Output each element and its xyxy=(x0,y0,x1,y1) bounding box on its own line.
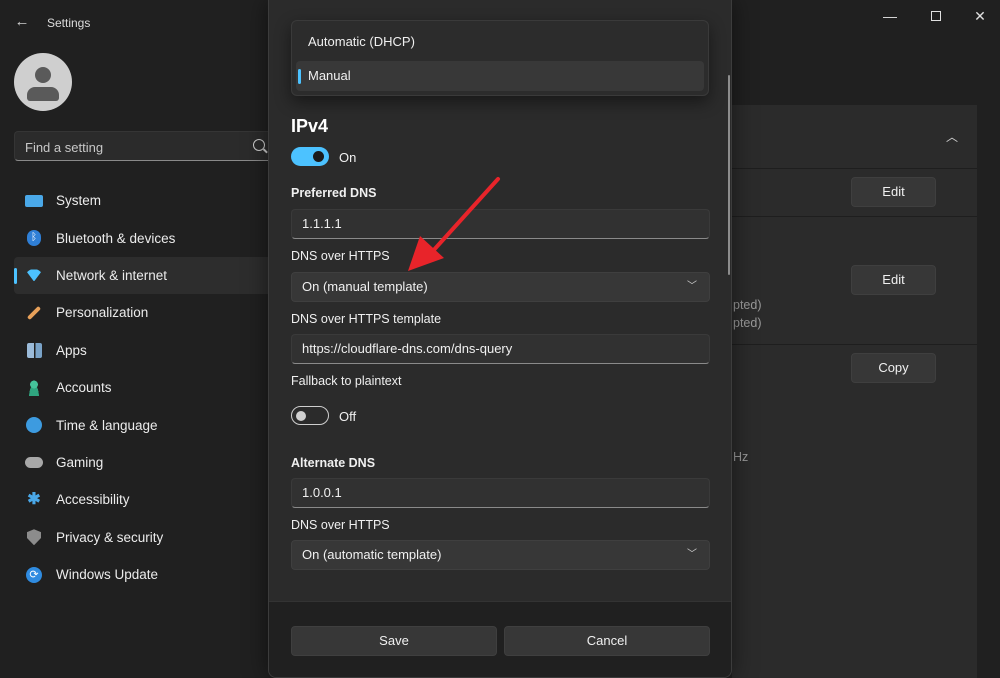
property-text: pted) xyxy=(733,298,762,312)
search-placeholder: Find a setting xyxy=(25,140,103,155)
back-arrow-icon[interactable]: ← xyxy=(12,12,32,32)
preferred-doh-value: On (manual template) xyxy=(302,279,428,294)
alternate-dns-label: Alternate DNS xyxy=(291,456,375,470)
cancel-button[interactable]: Cancel xyxy=(504,626,710,656)
property-text: pted) xyxy=(733,316,762,330)
sidebar-item-label: Windows Update xyxy=(56,567,158,582)
sidebar-item-network[interactable]: Network & internet xyxy=(14,257,274,294)
app-title: Settings xyxy=(47,16,90,30)
preferred-dns-input[interactable]: 1.1.1.1 xyxy=(291,209,710,239)
search-icon[interactable] xyxy=(253,139,265,151)
doh-template-input[interactable]: https://cloudflare-dns.com/dns-query xyxy=(291,334,710,364)
accessibility-icon: ✱ xyxy=(24,491,44,509)
save-button[interactable]: Save xyxy=(291,626,497,656)
option-manual[interactable]: Manual xyxy=(296,61,704,91)
shield-icon xyxy=(24,528,44,546)
alternate-doh-label: DNS over HTTPS xyxy=(291,518,390,532)
sidebar-item-label: Time & language xyxy=(56,418,158,433)
option-automatic-dhcp[interactable]: Automatic (DHCP) xyxy=(296,27,704,57)
dialog-scrollbar[interactable] xyxy=(728,75,730,275)
user-avatar[interactable] xyxy=(14,53,72,111)
alternate-dns-input[interactable]: 1.0.0.1 xyxy=(291,478,710,508)
property-text: Hz xyxy=(733,450,748,464)
sidebar-item-accounts[interactable]: Accounts xyxy=(14,369,274,406)
edit-dns-button[interactable]: Edit xyxy=(851,265,936,295)
sidebar-item-label: Personalization xyxy=(56,305,148,320)
preferred-doh-select[interactable]: On (manual template) ﹀ xyxy=(291,272,710,302)
network-icon xyxy=(24,266,44,284)
apps-icon xyxy=(24,341,44,359)
doh-template-label: DNS over HTTPS template xyxy=(291,312,441,326)
sidebar-item-system[interactable]: System xyxy=(14,182,274,219)
sidebar-item-label: Accessibility xyxy=(56,492,130,507)
ip-mode-dropdown-list: Automatic (DHCP) Manual xyxy=(291,20,709,96)
sidebar-item-time-language[interactable]: Time & language xyxy=(14,406,274,443)
sidebar-item-bluetooth[interactable]: ᛒ Bluetooth & devices xyxy=(14,219,274,256)
panel-divider xyxy=(732,344,977,345)
sidebar-item-personalization[interactable]: Personalization xyxy=(14,294,274,331)
fallback-label: Fallback to plaintext xyxy=(291,374,401,388)
sidebar-item-label: Apps xyxy=(56,343,87,358)
clock-icon xyxy=(24,416,44,434)
chevron-down-icon: ﹀ xyxy=(687,273,697,301)
alternate-doh-value: On (automatic template) xyxy=(302,547,441,562)
preferred-dns-label: Preferred DNS xyxy=(291,186,376,200)
dialog-footer: Save Cancel xyxy=(269,601,732,678)
panel-divider xyxy=(732,216,977,217)
sidebar-item-label: Accounts xyxy=(56,380,112,395)
chevron-down-icon: ﹀ xyxy=(687,541,697,569)
update-icon: ⟳ xyxy=(24,566,44,584)
edit-dns-dialog: Automatic (DHCP) Manual IPv4 On Preferre… xyxy=(268,0,732,678)
sidebar-item-gaming[interactable]: Gaming xyxy=(14,444,274,481)
sidebar-item-windows-update[interactable]: ⟳ Windows Update xyxy=(14,556,274,593)
maximize-button[interactable] xyxy=(918,6,954,28)
chevron-up-icon[interactable]: ︿ xyxy=(946,128,958,145)
sidebar-item-label: Bluetooth & devices xyxy=(56,231,175,246)
panel-divider xyxy=(732,168,977,169)
avatar-body xyxy=(27,87,59,101)
gamepad-icon xyxy=(24,453,44,471)
sidebar-item-accessibility[interactable]: ✱ Accessibility xyxy=(14,481,274,518)
minimize-button[interactable]: — xyxy=(872,6,908,28)
fallback-toggle-state: Off xyxy=(339,409,356,424)
sidebar-item-apps[interactable]: Apps xyxy=(14,332,274,369)
brush-icon xyxy=(24,304,44,322)
close-button[interactable]: ✕ xyxy=(962,6,998,28)
preferred-doh-label: DNS over HTTPS xyxy=(291,249,390,263)
accounts-icon xyxy=(24,379,44,397)
ipv4-toggle[interactable] xyxy=(291,147,329,166)
sidebar-item-label: Network & internet xyxy=(56,268,167,283)
copy-button[interactable]: Copy xyxy=(851,353,936,383)
sidebar-item-label: Gaming xyxy=(56,455,103,470)
avatar-head xyxy=(35,67,51,83)
bluetooth-icon: ᛒ xyxy=(24,229,44,247)
ipv4-heading: IPv4 xyxy=(291,116,328,137)
ipv4-toggle-state: On xyxy=(339,150,356,165)
fallback-toggle[interactable] xyxy=(291,406,329,425)
sidebar-item-label: Privacy & security xyxy=(56,530,163,545)
edit-button[interactable]: Edit xyxy=(851,177,936,207)
system-icon xyxy=(24,192,44,210)
sidebar-item-label: System xyxy=(56,193,101,208)
settings-search-input[interactable]: Find a setting xyxy=(14,131,274,161)
sidebar-item-privacy[interactable]: Privacy & security xyxy=(14,519,274,556)
alternate-doh-select[interactable]: On (automatic template) ﹀ xyxy=(291,540,710,570)
sidebar-nav: System ᛒ Bluetooth & devices Network & i… xyxy=(14,182,274,593)
maximize-icon xyxy=(931,11,941,21)
